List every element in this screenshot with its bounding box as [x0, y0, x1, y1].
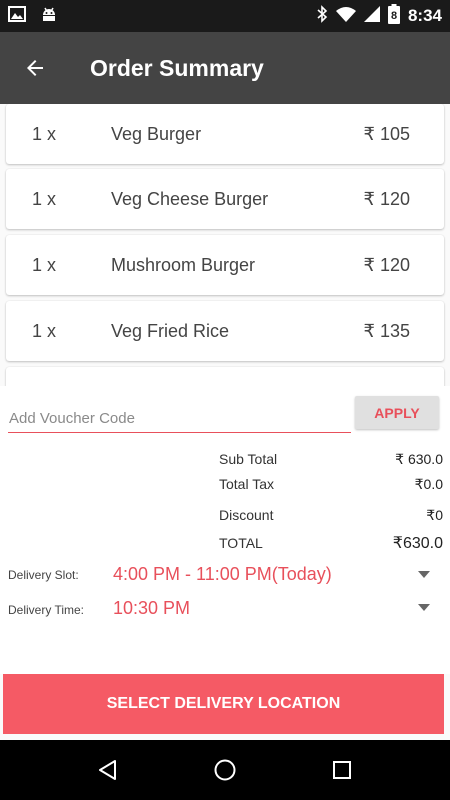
apply-voucher-button[interactable]: APPLY [355, 396, 439, 429]
tax-label: Total Tax [219, 476, 274, 492]
nav-back-button[interactable] [78, 740, 138, 800]
order-item-partial [6, 367, 444, 386]
item-price: ₹ 120 [363, 254, 411, 275]
discount-label: Discount [219, 507, 274, 523]
item-quantity: 1 x [32, 123, 57, 144]
item-price: ₹ 135 [363, 320, 411, 341]
status-system: 8 8:34 [316, 3, 442, 29]
order-item: 1 x Mushroom Burger ₹ 120 [6, 235, 444, 295]
status-bar: 8 8:34 [0, 0, 450, 32]
nav-back-icon [99, 760, 117, 780]
discount-value: ₹0 [426, 507, 443, 523]
order-item: 1 x Veg Fried Rice ₹ 135 [6, 301, 444, 361]
total-label: TOTAL [219, 535, 263, 551]
select-delivery-location-button[interactable]: SELECT DELIVERY LOCATION [3, 674, 444, 734]
android-notification-icon [40, 5, 58, 28]
wifi-icon [335, 6, 356, 27]
item-name: Veg Cheese Burger [111, 188, 269, 209]
delivery-slot-label: Delivery Slot: [8, 568, 79, 582]
delivery-time-label: Delivery Time: [8, 603, 85, 617]
item-quantity: 1 x [32, 188, 57, 209]
back-arrow-icon [27, 60, 43, 76]
item-quantity: 1 x [32, 254, 57, 275]
voucher-code-input[interactable] [8, 405, 351, 433]
delivery-slot-select[interactable]: 4:00 PM - 11:00 PM(Today) [113, 564, 332, 585]
status-notifications [8, 5, 58, 28]
system-navigation-bar [0, 740, 450, 800]
item-quantity: 1 x [32, 320, 57, 341]
item-price: ₹ 120 [363, 188, 411, 209]
back-button[interactable] [0, 32, 70, 104]
battery-icon: 8 [387, 3, 400, 29]
gallery-notification-icon [8, 5, 26, 27]
order-item: 1 x Veg Burger ₹ 105 [6, 104, 444, 164]
item-price: ₹ 105 [363, 123, 411, 144]
nav-home-button[interactable] [195, 740, 255, 800]
subtotal-value: ₹ 630.0 [395, 451, 443, 467]
delivery-time-dropdown-icon[interactable] [418, 604, 430, 611]
order-items-list[interactable]: 1 x Veg Burger ₹ 105 1 x Veg Cheese Burg… [0, 104, 450, 386]
item-name: Mushroom Burger [111, 254, 256, 275]
bluetooth-icon [316, 4, 328, 28]
order-summary-panel: APPLY Sub Total ₹ 630.0 Total Tax ₹0.0 D… [0, 386, 450, 674]
app-bar: Order Summary [0, 32, 450, 104]
item-name: Veg Burger [111, 123, 202, 144]
nav-recents-button[interactable] [312, 740, 372, 800]
item-name: Veg Fried Rice [111, 320, 230, 341]
total-value: ₹630.0 [392, 535, 443, 552]
delivery-time-select[interactable]: 10:30 PM [113, 598, 190, 619]
delivery-slot-dropdown-icon[interactable] [418, 571, 430, 578]
nav-home-icon [214, 759, 236, 781]
signal-icon [363, 5, 380, 27]
nav-recents-icon [332, 761, 351, 779]
tax-value: ₹0.0 [414, 476, 443, 492]
status-time: 8:34 [407, 6, 442, 25]
subtotal-label: Sub Total [219, 451, 278, 467]
page-title: Order Summary [90, 54, 264, 81]
order-item: 1 x Veg Cheese Burger ₹ 120 [6, 169, 444, 229]
battery-level: 8 [391, 10, 397, 22]
